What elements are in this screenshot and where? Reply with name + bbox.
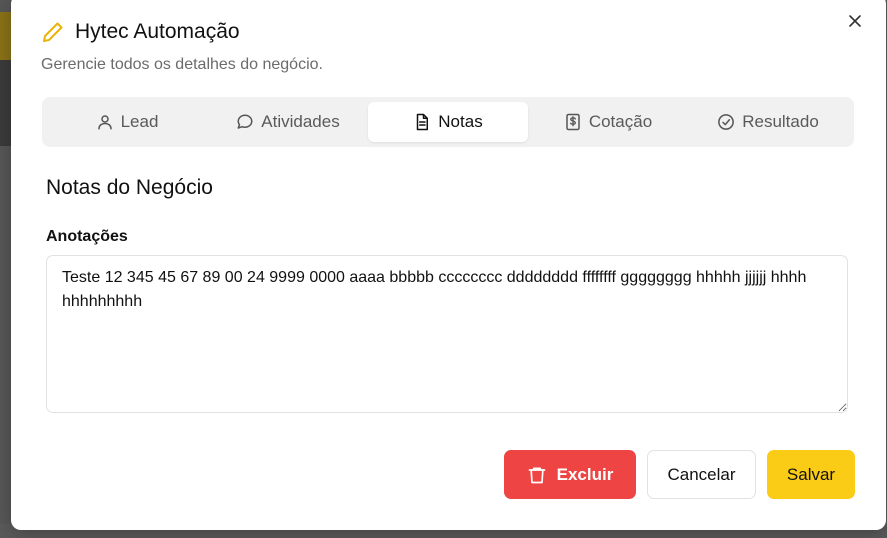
tab-label: Lead <box>120 112 159 131</box>
tab-label: Notas <box>438 112 483 131</box>
cancel-button[interactable]: Cancelar <box>647 450 756 499</box>
notes-textarea[interactable]: Teste 12 345 45 67 89 00 24 9999 0000 aa… <box>46 255 848 413</box>
tab-label: Cotação <box>588 112 653 131</box>
dialog-title: Hytec Automação <box>75 20 240 43</box>
tab-atividades[interactable]: Atividades <box>208 102 368 142</box>
tab-notas[interactable]: Notas <box>368 102 528 142</box>
tab-lead[interactable]: Lead <box>47 102 207 142</box>
save-button-label: Salvar <box>786 464 836 484</box>
cancel-button-label: Cancelar <box>667 464 736 484</box>
deal-details-dialog: Hytec Automação Gerencie todos os detalh… <box>11 0 886 530</box>
dialog-subtitle: Gerencie todos os detalhes do negócio. <box>41 56 323 73</box>
delete-button-label: Excluir <box>556 464 614 484</box>
dollar-receipt-icon <box>566 113 580 131</box>
tab-cotacao[interactable]: Cotação <box>528 102 688 142</box>
tab-label: Resultado <box>742 112 819 131</box>
close-icon <box>849 15 861 27</box>
close-button[interactable] <box>846 12 864 30</box>
tab-label: Atividades <box>261 112 340 131</box>
save-button[interactable]: Salvar <box>767 450 855 499</box>
notes-field-label: Anotações <box>46 228 128 245</box>
user-icon <box>97 115 112 130</box>
tab-bar: Lead Atividades Notas Cotação Resultado <box>42 97 854 147</box>
tab-resultado[interactable]: Resultado <box>688 102 848 142</box>
delete-button[interactable]: Excluir <box>504 450 636 499</box>
trash-icon <box>528 467 545 483</box>
check-circle-icon <box>718 114 735 130</box>
notes-section-title: Notas do Negócio <box>46 176 213 199</box>
pencil-icon <box>43 22 63 42</box>
dialog-header: Hytec Automação Gerencie todos os detalh… <box>41 20 323 74</box>
file-text-icon <box>417 113 429 131</box>
message-circle-icon <box>237 114 253 129</box>
